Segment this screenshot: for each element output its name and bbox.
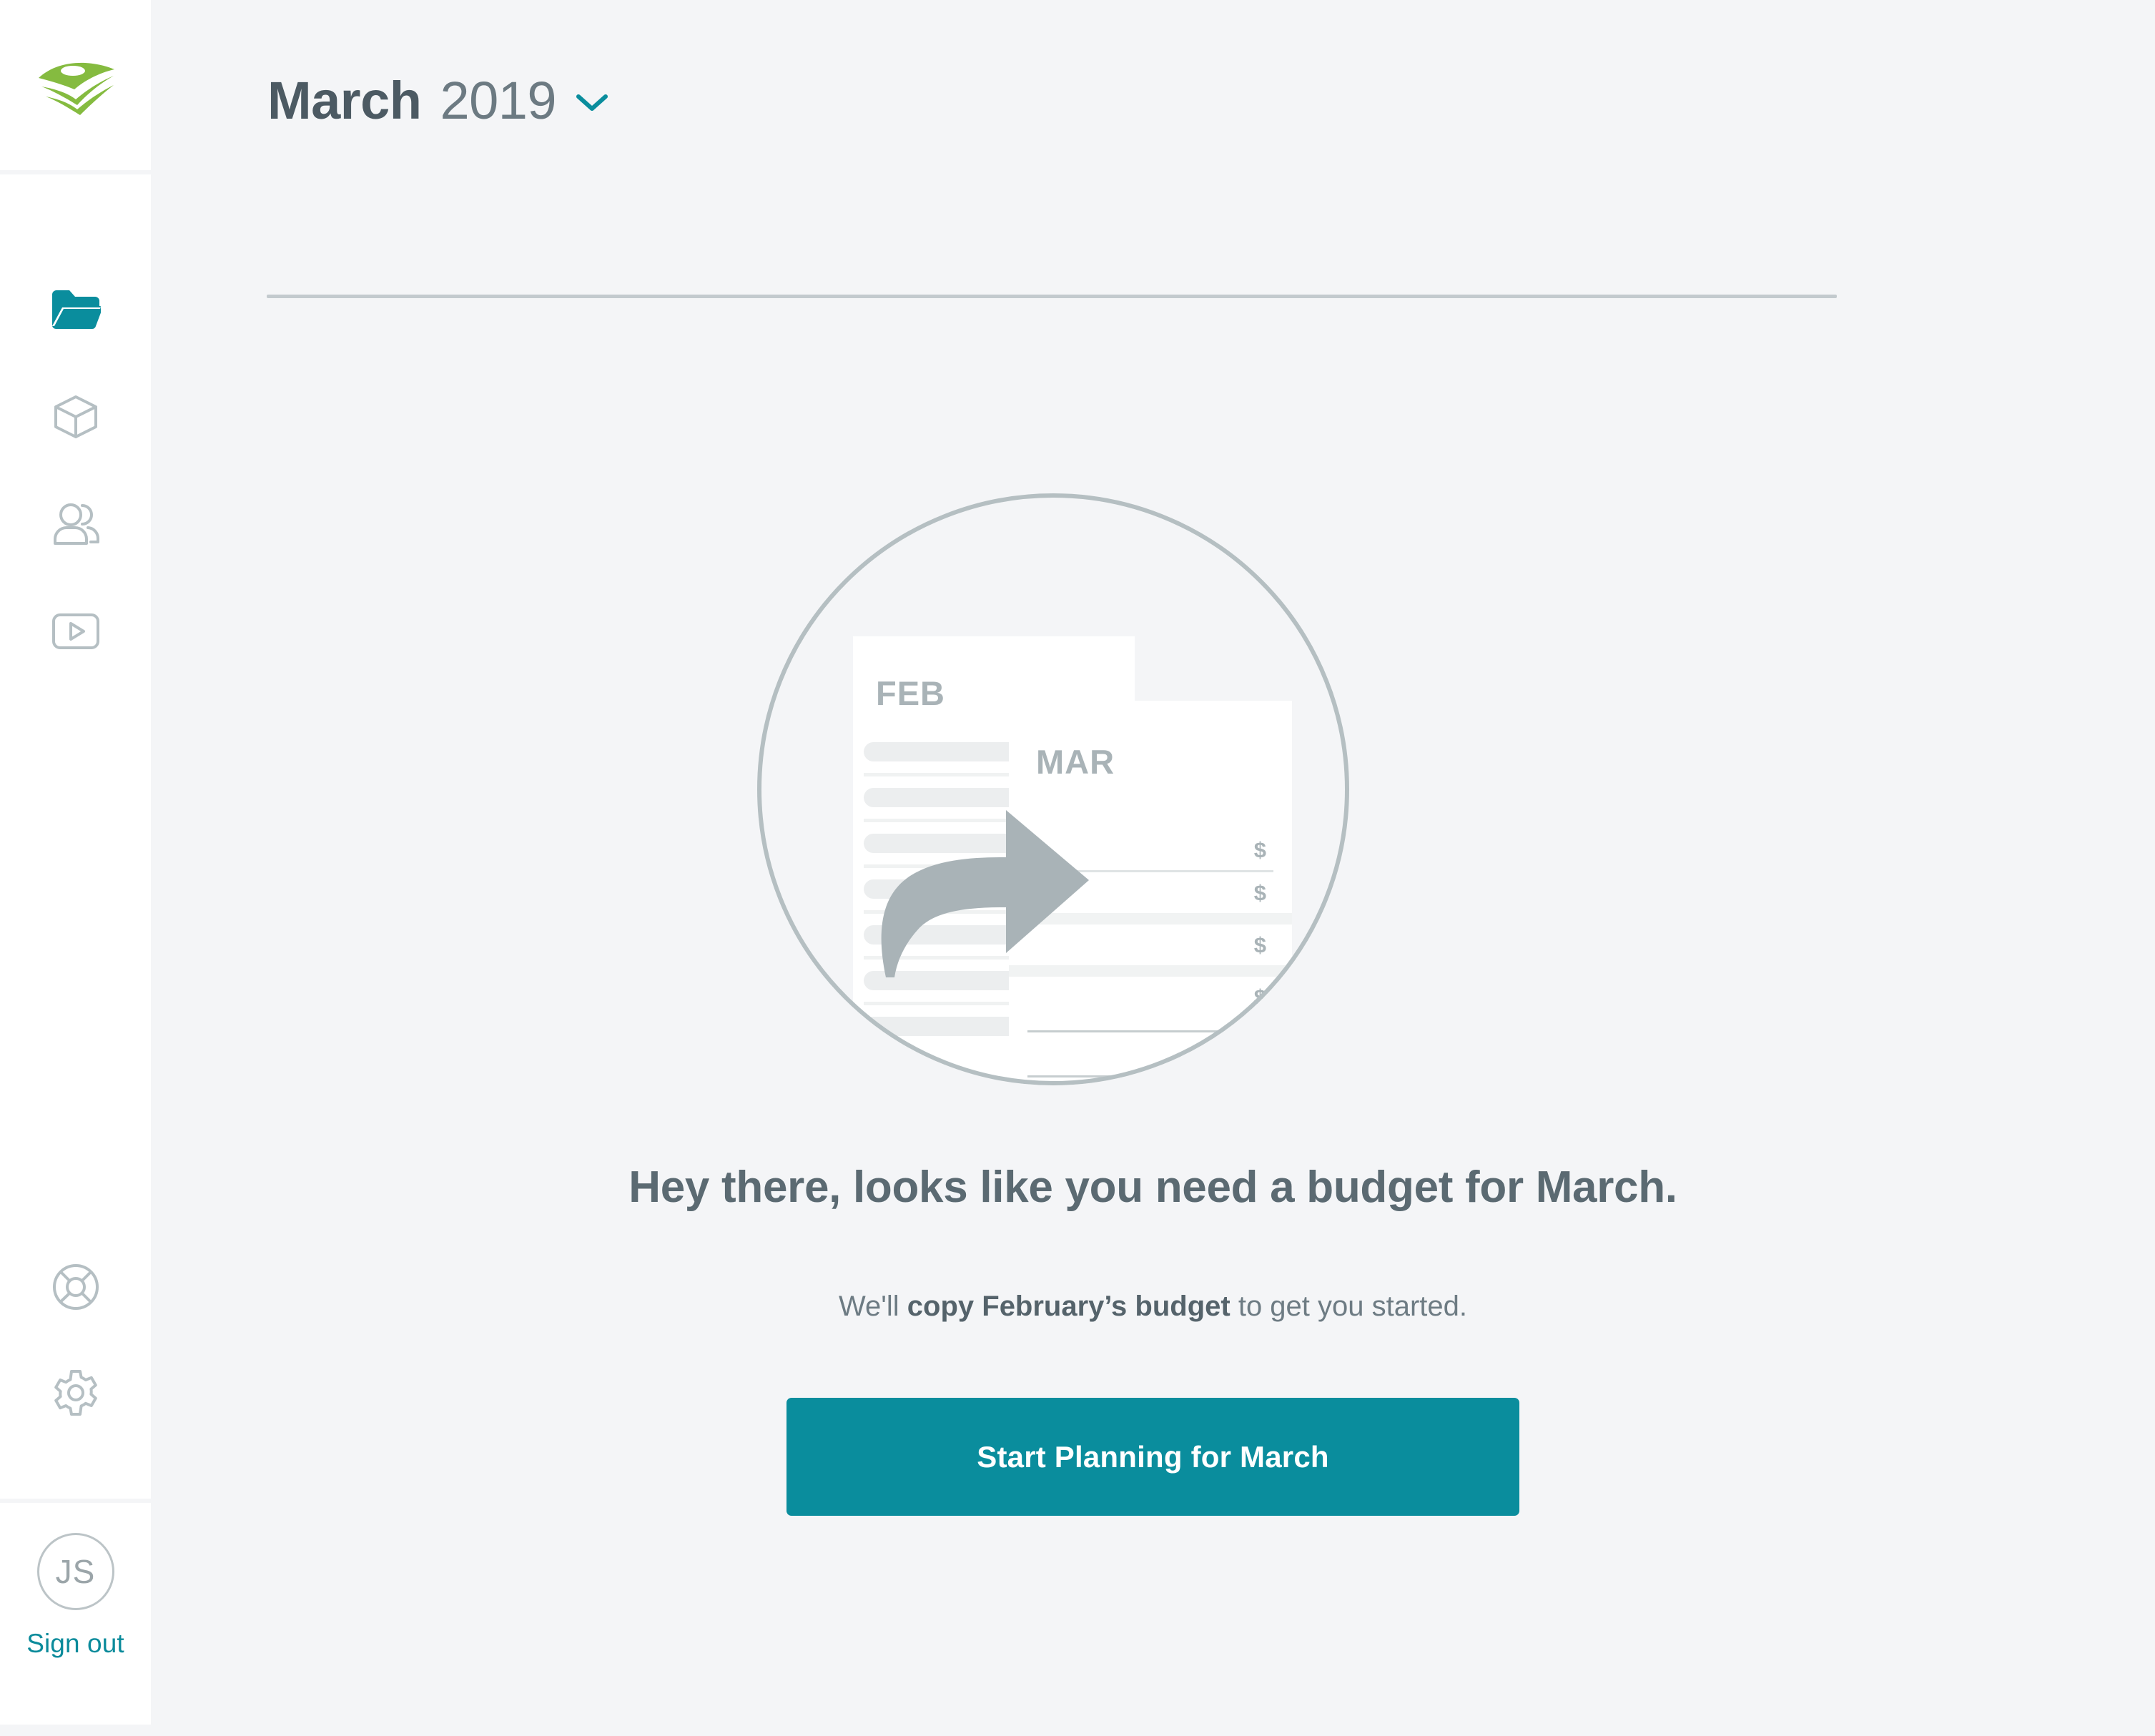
avatar-initials: JS: [56, 1552, 96, 1591]
sidebar-item-settings[interactable]: [0, 1341, 151, 1447]
brand-logo-icon[interactable]: [33, 52, 119, 118]
subline-prefix: We'll: [839, 1291, 907, 1322]
page-title-month: March: [267, 70, 421, 131]
life-preserver-icon: [52, 1263, 99, 1314]
folder-icon: [51, 289, 101, 334]
sidebar-item-accounts[interactable]: [0, 365, 151, 472]
sidebar-bottom-edge: [0, 1725, 151, 1736]
sidebar-logo-block: [0, 0, 151, 170]
page-title-year: 2019: [440, 70, 556, 131]
chevron-down-icon[interactable]: [575, 92, 609, 117]
main-content: March 2019 FEB: [151, 0, 2155, 1736]
hero-headline: Hey there, looks like you need a budget …: [151, 1162, 2155, 1213]
subline-emphasis: copy February’s budget: [907, 1291, 1231, 1322]
illustration-circle-frame: [757, 493, 1349, 1085]
play-video-icon: [51, 613, 100, 654]
hero-subline: We'll copy February’s budget to get you …: [151, 1291, 2155, 1323]
sidebar-user-block: JS Sign out: [0, 1503, 151, 1725]
subline-suffix: to get you started.: [1231, 1291, 1467, 1322]
sidebar-nav-block: [0, 174, 151, 1499]
sidebar-utility-nav: [0, 1236, 151, 1447]
month-selector[interactable]: March 2019: [267, 70, 609, 131]
sidebar-item-budget[interactable]: [0, 257, 151, 365]
sidebar: JS Sign out: [0, 0, 151, 1736]
app-root: JS Sign out March 2019 FEB: [0, 0, 2155, 1736]
cta-container: Start Planning for March: [151, 1398, 2155, 1516]
start-planning-button[interactable]: Start Planning for March: [786, 1398, 1519, 1516]
copy-budget-illustration: FEB: [757, 493, 1349, 1085]
sidebar-item-video-tutorials[interactable]: [0, 579, 151, 686]
cube-icon: [51, 393, 100, 445]
people-icon: [51, 502, 101, 550]
sidebar-item-help[interactable]: [0, 1236, 151, 1341]
sidebar-primary-nav: [0, 174, 151, 686]
avatar[interactable]: JS: [37, 1533, 114, 1610]
header-divider: [267, 295, 1837, 298]
sign-out-link[interactable]: Sign out: [26, 1629, 124, 1659]
sidebar-item-shared-users[interactable]: [0, 472, 151, 579]
gear-icon: [51, 1368, 100, 1421]
